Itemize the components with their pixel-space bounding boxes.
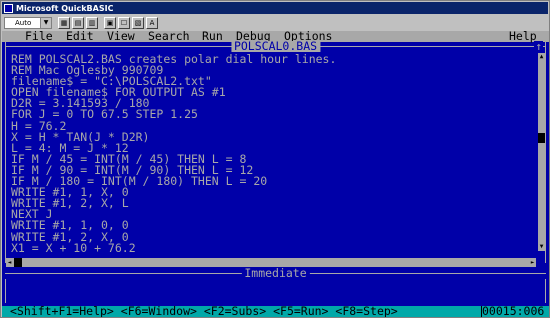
menu-edit[interactable]: Edit — [66, 31, 94, 42]
paste-icon[interactable]: ▥ — [86, 16, 98, 29]
mark-icon[interactable]: ▦ — [58, 16, 70, 29]
cursor-position: 00015:006 — [481, 305, 549, 317]
toolbar: Auto ▼ ▦ ▤ ▥ ▣ ☐ ▧ A — [2, 15, 548, 30]
code-editor-window[interactable]: POLSCAL0.BAS ↑ REM POLSCAL2.BAS creates … — [5, 40, 546, 263]
immediate-title: Immediate — [241, 267, 310, 279]
menu-run[interactable]: Run — [202, 31, 223, 42]
scroll-down-icon[interactable]: ▼ — [538, 243, 545, 251]
vertical-scroll-thumb[interactable] — [538, 133, 545, 143]
quickbasic-window: Microsoft QuickBASIC Auto ▼ ▦ ▤ ▥ ▣ ☐ ▧ … — [0, 0, 550, 318]
font-size-select[interactable]: Auto ▼ — [4, 16, 52, 29]
vertical-scrollbar[interactable]: ▲ ▼ — [538, 53, 545, 251]
scroll-left-icon[interactable]: ◄ — [6, 258, 13, 267]
immediate-window[interactable] — [5, 279, 546, 303]
menu-help[interactable]: Help — [509, 31, 537, 42]
immediate-header: Immediate — [5, 267, 546, 279]
copy-icon[interactable]: ▤ — [72, 16, 84, 29]
editor-title: POLSCAL0.BAS — [230, 40, 321, 52]
menu-file[interactable]: File — [25, 31, 53, 42]
scroll-up-icon[interactable]: ▲ — [538, 53, 545, 61]
scroll-right-icon[interactable]: ► — [529, 258, 536, 267]
dos-screen: File Edit View Search Run Debug Options … — [2, 31, 549, 317]
window-title: Microsoft QuickBASIC — [16, 3, 114, 13]
code-text[interactable]: REM POLSCAL2.BAS creates polar dial hour… — [11, 53, 336, 254]
horizontal-scroll-thumb[interactable] — [14, 258, 22, 267]
code-line[interactable]: X1 = X + 10 + 76.2 — [11, 242, 336, 254]
maximize-icon[interactable]: ↑ — [534, 41, 543, 52]
fullscreen-icon[interactable]: ▣ — [104, 16, 116, 29]
menu-search[interactable]: Search — [148, 31, 190, 42]
background-icon[interactable]: ▧ — [132, 16, 144, 29]
font-icon[interactable]: A — [146, 16, 158, 29]
app-icon[interactable] — [4, 3, 13, 13]
title-bar[interactable]: Microsoft QuickBASIC — [2, 2, 548, 14]
menu-view[interactable]: View — [107, 31, 135, 42]
code-line[interactable]: WRITE #1, 2, X, L — [11, 197, 336, 209]
properties-icon[interactable]: ☐ — [118, 16, 130, 29]
chevron-down-icon[interactable]: ▼ — [40, 17, 51, 28]
status-bar: <Shift+F1=Help> <F6=Window> <F2=Subs> <F… — [2, 305, 549, 317]
font-size-value: Auto — [15, 18, 32, 27]
status-key-hints[interactable]: <Shift+F1=Help> <F6=Window> <F2=Subs> <F… — [10, 305, 398, 317]
